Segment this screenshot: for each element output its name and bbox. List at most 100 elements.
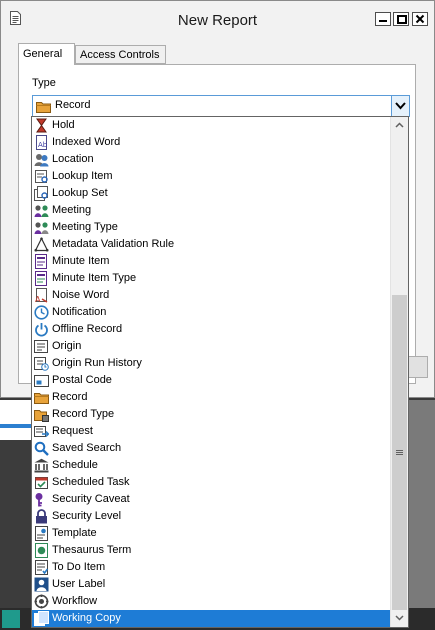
list-item-location[interactable]: Location [32,151,390,168]
list-item-label: Minute Item [52,255,110,267]
list-item-working-copy[interactable]: Working Copy [32,610,390,627]
tab-general[interactable]: General [18,43,75,65]
clock-icon [34,305,49,320]
minimize-button[interactable] [375,12,391,26]
list-item-scheduled-task[interactable]: Scheduled Task [32,474,390,491]
chevron-down-icon [395,615,404,621]
list-item-label: To Do Item [52,561,106,573]
list-item-label: Metadata Validation Rule [52,238,175,250]
postal-code-icon [34,375,49,387]
maximize-button[interactable] [393,12,409,26]
list-item-label: Offline Record [52,323,123,335]
list-item-hold[interactable]: Hold [32,117,390,134]
type-dropdown-list[interactable]: Hold Ab Indexed Word Location Lookup Item Loo… [31,116,409,628]
list-item-saved-search[interactable]: Saved Search [32,440,390,457]
minute-item-type-icon [35,271,47,286]
list-item-security-level[interactable]: Security Level [32,508,390,525]
list-item-noise-word[interactable]: A Noise Word [32,287,390,304]
list-item-origin-run-history[interactable]: Origin Run History [32,355,390,372]
list-item-record[interactable]: Record [32,389,390,406]
window-title: New Report [177,12,258,29]
list-item-thesaurus-term[interactable]: Thesaurus Term [32,542,390,559]
triangle-rule-icon [34,237,49,252]
list-item-label: Security Caveat [52,493,130,505]
list-item-label: Workflow [52,595,98,607]
lock-icon [36,509,47,524]
list-item-metadata-validation-rule[interactable]: Metadata Validation Rule [32,236,390,253]
origin-icon [34,340,48,353]
list-item-label: Working Copy [52,612,121,624]
key-icon [35,493,43,507]
lookup-set-icon [34,186,48,201]
list-item-label: Schedule [52,459,98,471]
hourglass-icon [36,118,47,133]
list-item-template[interactable]: Template [32,525,390,542]
list-item-notification[interactable]: Notification [32,304,390,321]
thumb-grip [396,450,403,451]
list-item-label: Scheduled Task [52,476,130,488]
title-bar[interactable]: New Report [1,1,434,34]
origin-history-icon [34,357,49,371]
list-item-label: Thesaurus Term [52,544,132,556]
type-combobox[interactable]: Record [32,95,410,117]
list-item-label: Hold [52,119,75,131]
list-item-request[interactable]: Request [32,423,390,440]
list-item-label: Minute Item Type [52,272,137,284]
meeting-icon [34,205,49,217]
list-item-label: Lookup Item [52,170,113,182]
list-item-label: Template [52,527,97,539]
list-item-meeting[interactable]: Meeting [32,202,390,219]
list-item-user-label[interactable]: User Label [32,576,390,593]
list-item-record-type[interactable]: Record Type [32,406,390,423]
svg-text:Ab: Ab [38,141,48,149]
dialog-button-partial[interactable] [408,356,428,378]
list-item-label: Security Level [52,510,122,522]
tab-access-controls[interactable]: Access Controls [75,45,166,64]
workflow-icon [34,594,49,609]
thesaurus-icon [35,543,48,558]
todo-icon [35,560,49,575]
scroll-down-button[interactable] [391,610,408,627]
scroll-up-button[interactable] [391,117,408,134]
list-item-label: Notification [52,306,107,318]
list-item-label: Origin [52,340,82,352]
list-item-label: Saved Search [52,442,122,454]
list-item-minute-item-type[interactable]: Minute Item Type [32,270,390,287]
template-icon [35,526,48,541]
document-text-icon: Ab [36,135,48,150]
working-copy-icon [34,611,49,626]
list-item-meeting-type[interactable]: Meeting Type [32,219,390,236]
record-type-icon [34,410,49,422]
svg-text:A: A [35,295,41,303]
list-item-offline-record[interactable]: Offline Record [32,321,390,338]
user-label-icon [34,577,49,592]
list-item-minute-item[interactable]: Minute Item [32,253,390,270]
people-icon [34,154,49,167]
list-item-security-caveat[interactable]: Security Caveat [32,491,390,508]
scrollbar-thumb[interactable] [392,295,407,610]
close-button[interactable] [412,12,428,26]
list-item-label: Meeting Type [52,221,118,233]
noise-word-icon: A [35,288,48,303]
list-item-label: Postal Code [52,374,112,386]
list-item-label: Location [52,153,94,165]
list-item-schedule[interactable]: Schedule [32,457,390,474]
vertical-scrollbar[interactable] [390,117,408,627]
list-item-indexed-word[interactable]: Ab Indexed Word [32,134,390,151]
list-item-label: Lookup Set [52,187,108,199]
list-item-to-do-item[interactable]: To Do Item [32,559,390,576]
list-item-postal-code[interactable]: Postal Code [32,372,390,389]
list-item-workflow[interactable]: Workflow [32,593,390,610]
list-item-origin[interactable]: Origin [32,338,390,355]
type-label: Type [32,77,56,89]
list-item-lookup-item[interactable]: Lookup Item [32,168,390,185]
chevron-up-icon [395,122,404,128]
combobox-dropdown-button[interactable] [391,96,409,116]
list-item-label: Meeting [52,204,92,216]
taskbar-app-icon[interactable] [2,610,20,628]
list-item-label: Origin Run History [52,357,142,369]
type-combobox-value: Record [55,99,91,111]
minute-item-icon [35,254,47,269]
list-item-lookup-set[interactable]: Lookup Set [32,185,390,202]
list-item-label: Record [52,391,88,403]
